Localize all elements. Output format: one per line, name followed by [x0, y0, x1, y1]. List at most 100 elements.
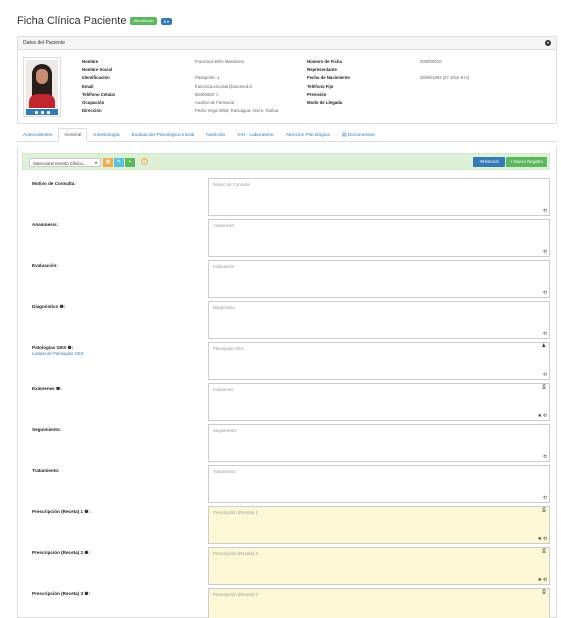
label-telefono-fijo: Teléfono Fijo [307, 83, 334, 89]
label-nombre-social: Nombre Social [82, 67, 113, 73]
history-button[interactable]: ⟲Historial [473, 157, 505, 167]
label-modo-llegada: Modo de Llegada [307, 99, 343, 105]
help-icon[interactable]: ? [141, 158, 148, 165]
clinical-tabs: Antecedentes General Kinesiología Evalua… [17, 128, 557, 142]
star-icon[interactable]: ★ [538, 413, 542, 419]
avatar [26, 60, 58, 108]
textarea-tratamiento[interactable]: Tratamiento [208, 465, 550, 503]
ges-list-link[interactable]: Listado de Patologías GES [32, 351, 84, 356]
textarea-examenes[interactable]: Exámenes [208, 383, 550, 421]
value-ocupacion: Auxiliar de Farmacia [195, 99, 235, 105]
tab-atencion-psicologica[interactable]: Atención Psicológica [280, 128, 336, 142]
label-telefono-celular: Teléfono Celular [82, 91, 116, 97]
clinical-event-select[interactable]: Seleccione Evento Clínico... ▾ [29, 158, 101, 167]
textarea-evaluacion[interactable]: Evaluación [208, 260, 550, 298]
value-telefono-celular: 95400920 ✆ [195, 91, 219, 97]
textarea-motivo-consulta[interactable]: Motivo de Consulta [208, 178, 550, 216]
field-anamnesis: Anamnesis: Anamnesis ⟲ [22, 217, 550, 257]
patient-photo [23, 57, 61, 117]
undo-icon[interactable]: ⟲ [543, 495, 547, 501]
value-nombre: Francisca Brito Mardones [195, 59, 244, 64]
edit-photo-icon[interactable] [34, 110, 38, 114]
patient-values-col2: Francisca Brito Mardones Pasaporte: 1 fr… [195, 58, 278, 115]
label-fecha-nacimiento: Fecha de Nacimiento [307, 75, 350, 81]
status-badge: Atendiendo [130, 17, 157, 25]
textarea-prescripcion-1[interactable]: Prescripción (Receta) 1 [208, 506, 550, 544]
delete-photo-icon[interactable] [46, 110, 50, 114]
field-label: Evaluación: [32, 263, 58, 268]
photo-actions-bar [26, 109, 58, 115]
tab-content-general: Seleccione Evento Clínico... ▾ ▦ ✎ + ? ⟲… [17, 146, 557, 618]
print-icon[interactable]: ⎙ [542, 589, 546, 595]
star-icon[interactable]: ★ [538, 536, 542, 542]
undo-icon[interactable]: ⟲ [543, 290, 547, 296]
field-prescripcion-1: Prescripción (Receta) 1 ❶: Prescripción … [22, 504, 550, 544]
tab-general[interactable]: General [58, 128, 88, 142]
field-label: Tratamiento: [32, 468, 60, 473]
field-prescripcion-2: Prescripción (Receta) 2 ❶: Prescripción … [22, 545, 550, 585]
field-label: Prescripción (Receta) 1 ❶: [32, 509, 90, 514]
new-record-button[interactable]: + Nuevo Registro [506, 157, 547, 167]
camera-icon[interactable] [40, 110, 44, 114]
value-modo-llegada [420, 99, 469, 107]
undo-icon[interactable]: ⟲ [543, 372, 547, 378]
value-nombre-social [195, 66, 278, 74]
tab-documentos[interactable]: ▤ Documentos [336, 128, 381, 142]
tab-nutricion[interactable]: Nutrición [200, 128, 231, 142]
undo-icon[interactable]: ⟲ [543, 249, 547, 255]
undo-icon[interactable]: ⟲ [543, 536, 547, 542]
tab-vih-laboratorio[interactable]: VIH - Laboratorio [231, 128, 280, 142]
label-ocupacion: Ocupación [82, 99, 105, 105]
star-icon[interactable]: ★ [538, 577, 542, 583]
value-telefono-fijo [420, 83, 469, 91]
edit-button[interactable]: ✎ [114, 158, 124, 167]
field-label: Exámenes ❶: [32, 386, 62, 391]
field-prescripcion-3: Prescripción (Receta) 3 ❶: Prescripción … [22, 586, 550, 618]
field-evaluacion: Evaluación: Evaluación ⟲ [22, 258, 550, 298]
textarea-diagnostico[interactable]: Diagnóstico [208, 301, 550, 339]
tab-antecedentes[interactable]: Antecedentes [17, 128, 58, 142]
label-representante: Representante [307, 67, 337, 73]
page-title: Ficha Clínica Paciente [17, 15, 127, 27]
payment-menu-button[interactable]: $ ▾ [160, 17, 173, 25]
textarea-patologias-ges[interactable]: Patologías GES [208, 342, 550, 380]
field-examenes: Exámenes ❶: Exámenes ⎙ ★ ⟲ [22, 381, 550, 421]
label-numero-ficha: Número de Ficha [307, 59, 342, 64]
undo-icon[interactable]: ⟲ [543, 577, 547, 583]
patient-data-panel: Datos del Paciente ▾ Nombre Nombre Socia… [17, 36, 557, 124]
tab-evaluacion-psicologica[interactable]: Evaluación Psicológica Inicial [126, 128, 201, 142]
undo-icon[interactable]: ⟲ [543, 413, 547, 419]
chevron-down-icon[interactable]: ▾ [545, 40, 551, 46]
label-identificacion: Identificación [82, 75, 110, 81]
patient-labels-col1: Nombre Nombre Social Identificación Emai… [82, 58, 115, 115]
label-nombre: Nombre [82, 59, 99, 64]
undo-icon[interactable]: ⟲ [543, 208, 547, 214]
patient-panel-heading[interactable]: Datos del Paciente ▾ [18, 37, 556, 50]
textarea-anamnesis[interactable]: Anamnesis [208, 219, 550, 257]
caret-down-icon: ▾ [94, 160, 97, 165]
print-icon[interactable]: ⎙ [542, 507, 546, 513]
field-diagnostico: Diagnóstico ❶: Diagnóstico ⟲ [22, 299, 550, 339]
tab-kinesiologia[interactable]: Kinesiología [87, 128, 125, 142]
patient-panel-title: Datos del Paciente [23, 40, 65, 46]
undo-icon[interactable]: ⟲ [543, 454, 547, 460]
user-icon[interactable]: ♟ [542, 343, 546, 349]
field-patologias-ges: Patologías GES ❶: Listado de Patologías … [22, 340, 550, 380]
textarea-prescripcion-3[interactable]: Prescripción (Receta) 3 [208, 588, 550, 618]
field-motivo-consulta: Motivo de Consulta: Motivo de Consulta ⟲ [22, 176, 550, 216]
value-numero-ficha: 000000010 [420, 59, 442, 64]
whatsapp-icon[interactable]: ✆ [215, 92, 219, 97]
print-icon[interactable]: ⎙ [542, 548, 546, 554]
value-representante [420, 66, 469, 74]
print-icon[interactable]: ⎙ [542, 384, 546, 390]
textarea-seguimiento[interactable]: Seguimiento [208, 424, 550, 462]
field-seguimiento: Seguimiento: Seguimiento ⟲ [22, 422, 550, 462]
textarea-prescripcion-2[interactable]: Prescripción (Receta) 2 [208, 547, 550, 585]
patient-values-col4: 000000010 25/08/1993 (27 años 9 m) [420, 58, 469, 107]
calendar-button[interactable]: ▦ [103, 158, 113, 167]
field-label: Anamnesis: [32, 222, 59, 227]
undo-icon[interactable]: ⟲ [543, 331, 547, 337]
add-button[interactable]: + [125, 158, 135, 167]
patient-labels-col3: Número de Ficha Representante Fecha de N… [307, 58, 350, 107]
page-header: Ficha Clínica Paciente Atendiendo $ ▾ [17, 12, 173, 30]
